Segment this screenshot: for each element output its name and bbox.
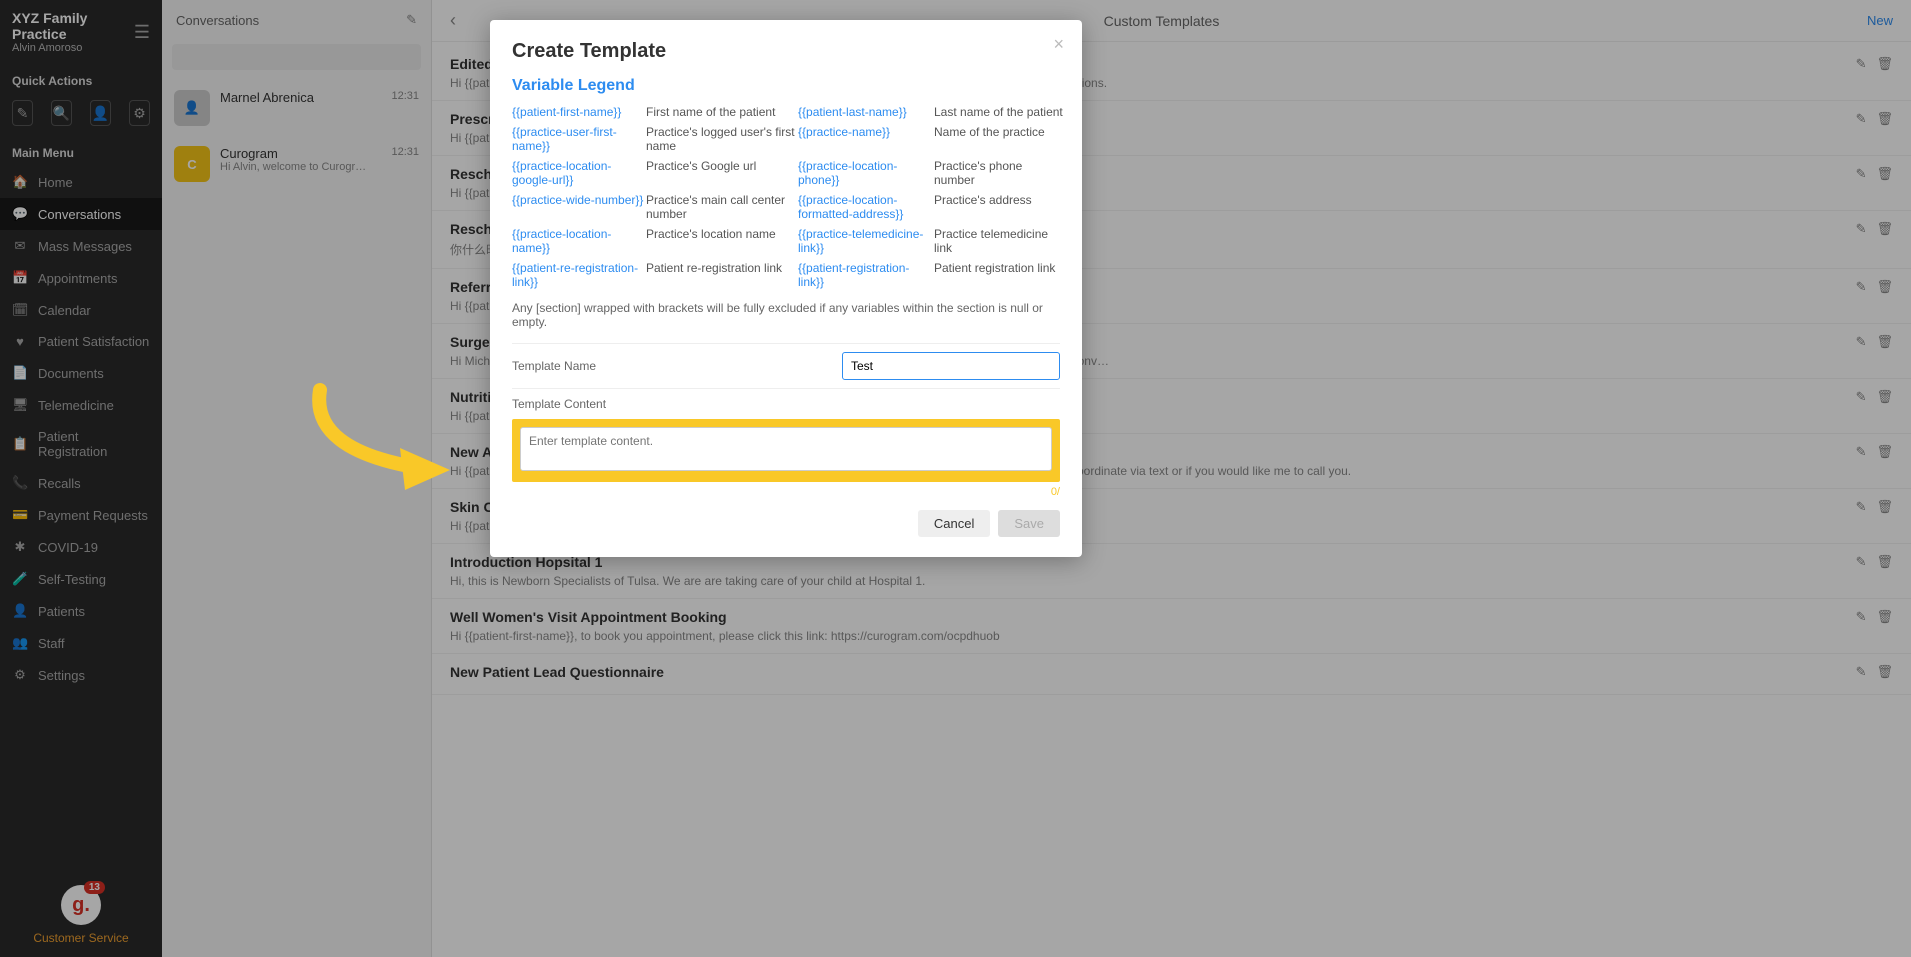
variable-key[interactable]: {{practice-location-formatted-address}} [798, 193, 932, 221]
variable-key[interactable]: {{practice-location-google-url}} [512, 159, 644, 187]
variable-key[interactable]: {{practice-name}} [798, 125, 932, 153]
variable-desc: Last name of the patient [934, 105, 1064, 119]
variable-key[interactable]: {{practice-location-name}} [512, 227, 644, 255]
legend-note: Any [section] wrapped with brackets will… [512, 301, 1060, 329]
variable-desc: First name of the patient [646, 105, 796, 119]
variable-desc: Patient registration link [934, 261, 1064, 289]
cancel-button[interactable]: Cancel [918, 510, 990, 537]
content-highlight [512, 419, 1060, 482]
template-content-label: Template Content [512, 397, 1060, 411]
close-icon[interactable]: × [1053, 34, 1064, 55]
variable-legend-title: Variable Legend [512, 77, 1060, 95]
variable-desc: Practice's logged user's first name [646, 125, 796, 153]
template-name-input[interactable] [842, 352, 1060, 380]
variable-key[interactable]: {{practice-user-first-name}} [512, 125, 644, 153]
variable-desc: Practice's address [934, 193, 1064, 221]
modal-actions: Cancel Save [512, 510, 1060, 537]
variable-desc: Practice's main call center number [646, 193, 796, 221]
variable-desc: Practice telemedicine link [934, 227, 1064, 255]
char-count: 0/ [512, 486, 1060, 498]
variable-desc: Practice's phone number [934, 159, 1064, 187]
template-name-row: Template Name [512, 343, 1060, 388]
variable-key[interactable]: {{patient-last-name}} [798, 105, 932, 119]
variable-key[interactable]: {{practice-wide-number}} [512, 193, 644, 221]
save-button[interactable]: Save [998, 510, 1060, 537]
variable-key[interactable]: {{patient-registration-link}} [798, 261, 932, 289]
template-content-block: Template Content 0/ [512, 388, 1060, 498]
variable-legend-grid: {{patient-first-name}}First name of the … [512, 105, 1060, 289]
variable-desc: Practice's Google url [646, 159, 796, 187]
variable-desc: Patient re-registration link [646, 261, 796, 289]
template-name-label: Template Name [512, 359, 842, 373]
variable-desc: Practice's location name [646, 227, 796, 255]
variable-key[interactable]: {{practice-location-phone}} [798, 159, 932, 187]
template-content-textarea[interactable] [520, 427, 1052, 471]
create-template-modal: × Create Template Variable Legend {{pati… [490, 20, 1082, 557]
variable-key[interactable]: {{practice-telemedicine-link}} [798, 227, 932, 255]
variable-key[interactable]: {{patient-first-name}} [512, 105, 644, 119]
modal-title: Create Template [512, 40, 1060, 63]
variable-key[interactable]: {{patient-re-registration-link}} [512, 261, 644, 289]
variable-desc: Name of the practice [934, 125, 1064, 153]
